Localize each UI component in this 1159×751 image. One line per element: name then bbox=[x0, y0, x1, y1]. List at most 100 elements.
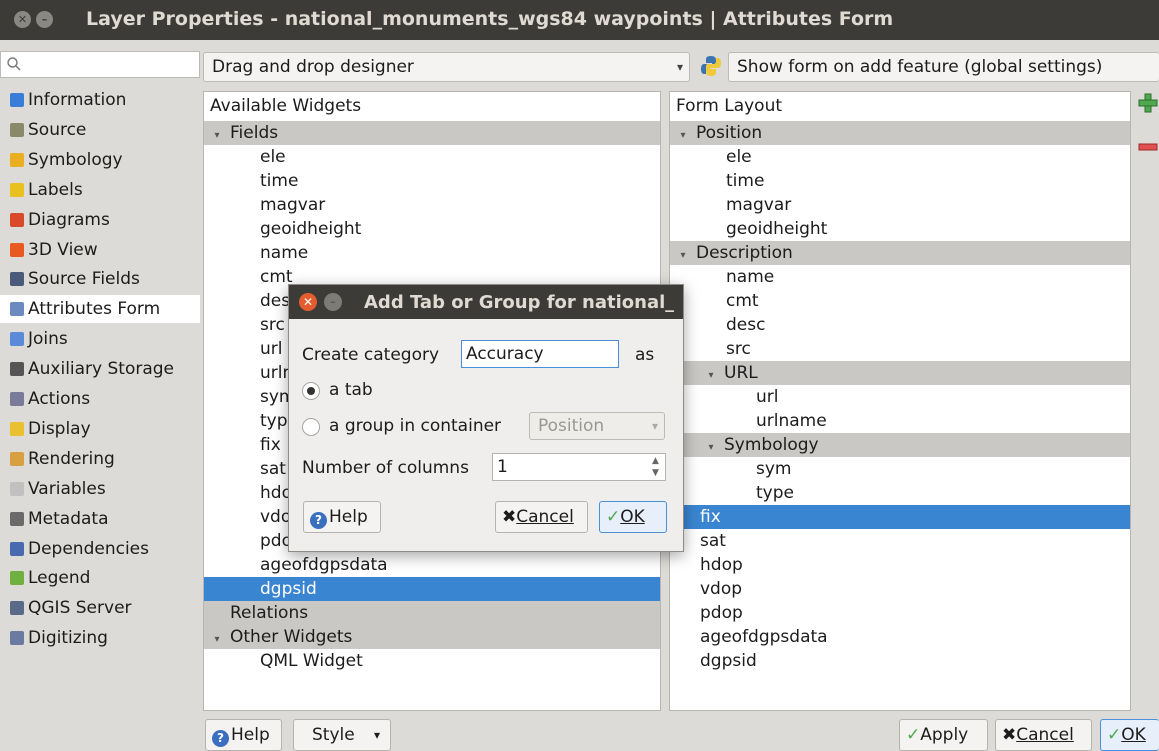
layout-container[interactable]: ▾ URL bbox=[670, 361, 1130, 385]
sidebar-item-label: Auxiliary Storage bbox=[28, 359, 175, 380]
python-icon[interactable] bbox=[699, 54, 723, 78]
ok-button[interactable]: ✓OK bbox=[1100, 719, 1159, 751]
layout-field[interactable]: src bbox=[670, 337, 1130, 361]
widget-group[interactable]: ▾ Other Widgets bbox=[204, 625, 660, 649]
layout-field[interactable]: sat bbox=[670, 529, 1130, 553]
widget-item[interactable]: ageofdgpsdata bbox=[204, 553, 660, 577]
dialog-minimize-button[interactable]: – bbox=[324, 293, 342, 311]
layout-field[interactable]: dgpsid bbox=[670, 649, 1130, 673]
widget-item[interactable]: geoidheight bbox=[204, 217, 660, 241]
sidebar-item-dependencies[interactable]: Dependencies bbox=[0, 535, 200, 563]
dialog-ok-button[interactable]: ✓OK bbox=[599, 501, 667, 533]
sidebar-item-attributes-form[interactable]: Attributes Form bbox=[0, 295, 200, 324]
sidebar-item-auxiliary-storage[interactable]: Auxiliary Storage bbox=[0, 355, 200, 383]
widget-group[interactable]: Relations bbox=[204, 601, 660, 625]
layout-container-label: Description bbox=[696, 243, 793, 263]
sidebar-item-digitizing[interactable]: Digitizing bbox=[0, 624, 200, 652]
apply-button[interactable]: ✓Apply bbox=[899, 719, 988, 751]
layout-field[interactable]: urlname bbox=[670, 409, 1130, 433]
sidebar-item-legend[interactable]: Legend bbox=[0, 564, 200, 592]
layout-field[interactable]: desc bbox=[670, 313, 1130, 337]
layout-field[interactable]: type bbox=[670, 481, 1130, 505]
layout-container[interactable]: ▾ Position bbox=[670, 121, 1130, 145]
sidebar-item-joins[interactable]: Joins bbox=[0, 325, 200, 353]
layout-field[interactable]: fix bbox=[670, 505, 1130, 529]
layout-field-label: hdop bbox=[700, 555, 743, 575]
style-button[interactable]: Style ▾ bbox=[293, 719, 391, 751]
category-name-input[interactable]: Accuracy bbox=[461, 340, 619, 368]
widget-item[interactable]: dgpsid bbox=[204, 577, 660, 601]
layout-field[interactable]: ele bbox=[670, 145, 1130, 169]
widget-item[interactable]: ele bbox=[204, 145, 660, 169]
sidebar-item-labels[interactable]: Labels bbox=[0, 176, 200, 204]
layout-field[interactable]: url bbox=[670, 385, 1130, 409]
help-icon: ? bbox=[310, 512, 327, 529]
sidebar-item-display[interactable]: Display bbox=[0, 415, 200, 443]
layout-field[interactable]: cmt bbox=[670, 289, 1130, 313]
group-radio[interactable] bbox=[302, 418, 320, 436]
cancel-icon: ✖ bbox=[1002, 725, 1017, 745]
widget-item[interactable]: name bbox=[204, 241, 660, 265]
sidebar-item-rendering[interactable]: Rendering bbox=[0, 445, 200, 473]
window-minimize-button[interactable]: – bbox=[36, 11, 53, 28]
layout-container[interactable]: ▾ Symbology bbox=[670, 433, 1130, 457]
container-select[interactable]: Position ▾ bbox=[529, 412, 665, 440]
sidebar-item-diagrams[interactable]: Diagrams bbox=[0, 206, 200, 234]
widget-item-label: fix bbox=[260, 435, 281, 455]
columns-spinbox[interactable]: 1 bbox=[492, 453, 666, 481]
sidebar-item-variables[interactable]: Variables bbox=[0, 475, 200, 503]
layout-container[interactable]: ▾ Description bbox=[670, 241, 1130, 265]
widget-item-label: sat bbox=[260, 459, 286, 479]
sidebar-item-qgis-server[interactable]: QGIS Server bbox=[0, 594, 200, 622]
widget-item[interactable]: QML Widget bbox=[204, 649, 660, 673]
variables-icon bbox=[10, 481, 24, 496]
widget-group[interactable]: ▾ Fields bbox=[204, 121, 660, 145]
diagrams-icon bbox=[10, 212, 24, 227]
minus-icon bbox=[1138, 143, 1158, 151]
remove-container-button[interactable] bbox=[1137, 136, 1159, 158]
sidebar-search-input[interactable] bbox=[0, 51, 200, 78]
ok-button-label: OK bbox=[1121, 725, 1146, 745]
dialog-ok-label: OK bbox=[620, 507, 645, 527]
widget-item[interactable]: magvar bbox=[204, 193, 660, 217]
sidebar-item-source-fields[interactable]: Source Fields bbox=[0, 265, 200, 293]
form-suppress-select[interactable]: Show form on add feature (global setting… bbox=[728, 52, 1159, 82]
search-icon bbox=[7, 57, 21, 71]
layout-field[interactable]: name bbox=[670, 265, 1130, 289]
layout-field[interactable]: time bbox=[670, 169, 1130, 193]
spin-arrows-icon[interactable]: ▲ ▼ bbox=[652, 455, 659, 479]
help-button[interactable]: ? Help bbox=[205, 719, 282, 751]
add-tab-group-dialog: ✕ – Add Tab or Group for national_ Creat… bbox=[288, 284, 684, 552]
designer-mode-select[interactable]: Drag and drop designer ▾ bbox=[203, 52, 690, 82]
dialog-close-button[interactable]: ✕ bbox=[299, 293, 317, 311]
sidebar-item-metadata[interactable]: Metadata bbox=[0, 505, 200, 533]
sidebar-item-label: Variables bbox=[28, 478, 106, 499]
sidebar-item-label: Digitizing bbox=[28, 628, 108, 649]
layout-field[interactable]: pdop bbox=[670, 601, 1130, 625]
layout-field[interactable]: geoidheight bbox=[670, 217, 1130, 241]
dialog-help-button[interactable]: ? Help bbox=[303, 501, 381, 533]
add-container-button[interactable] bbox=[1137, 92, 1159, 114]
window-close-button[interactable]: ✕ bbox=[14, 11, 31, 28]
layout-field[interactable]: sym bbox=[670, 457, 1130, 481]
dialog-cancel-button[interactable]: ✖Cancel bbox=[495, 501, 588, 533]
sidebar-item-3d-view[interactable]: 3D View bbox=[0, 236, 200, 264]
layout-field-label: magvar bbox=[726, 195, 792, 215]
layout-field-label: sym bbox=[756, 459, 792, 479]
layout-field[interactable]: vdop bbox=[670, 577, 1130, 601]
widget-item-label: dgpsid bbox=[260, 579, 317, 599]
form-layout-panel: Form Layout ▾ Position ele time magvar geoidh… bbox=[669, 91, 1131, 711]
sidebar-item-symbology[interactable]: Symbology bbox=[0, 146, 200, 174]
sidebar-item-information[interactable]: Information bbox=[0, 86, 200, 114]
tab-radio[interactable] bbox=[302, 382, 320, 400]
cancel-button[interactable]: ✖Cancel bbox=[995, 719, 1092, 751]
sidebar-item-source[interactable]: Source bbox=[0, 116, 200, 144]
layout-field[interactable]: magvar bbox=[670, 193, 1130, 217]
layout-field[interactable]: hdop bbox=[670, 553, 1130, 577]
sidebar-item-actions[interactable]: Actions bbox=[0, 385, 200, 413]
layout-field[interactable]: ageofdgpsdata bbox=[670, 625, 1130, 649]
sidebar-item-label: Source Fields bbox=[28, 269, 140, 290]
widget-item[interactable]: time bbox=[204, 169, 660, 193]
layout-field-label: time bbox=[726, 171, 765, 191]
layout-field-label: ageofdgpsdata bbox=[700, 627, 828, 647]
